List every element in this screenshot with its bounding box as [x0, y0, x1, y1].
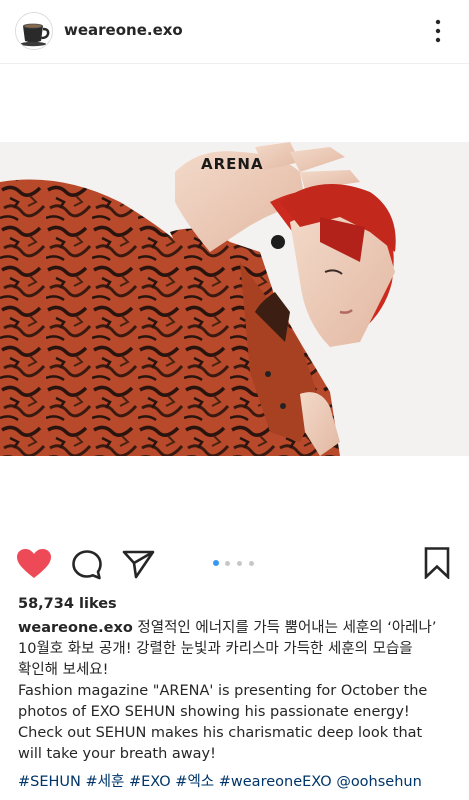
hashtag-line: #SEHUN #세훈 #EXO #엑소 #weareoneEXO @oohseh…: [18, 772, 464, 793]
username[interactable]: weareone.exo: [64, 20, 183, 40]
caption-text: 정열적인 에너지를 가득 뿜어내는 세훈의 ‘아레나’: [137, 620, 437, 636]
caption-text: will take your breath away!: [18, 746, 216, 762]
avatar[interactable]: [15, 12, 53, 50]
post-photo[interactable]: ARENA: [0, 142, 469, 456]
caption-text: Fashion magazine "ARENA' is presenting f…: [18, 683, 428, 699]
caption-text: photos of EXO SEHUN showing his passiona…: [18, 704, 410, 720]
share-button[interactable]: [122, 549, 155, 584]
hashtag-link[interactable]: #weareoneEXO: [219, 774, 332, 790]
photo-illustration: ARENA: [0, 142, 469, 456]
hashtag-link[interactable]: #SEHUN: [18, 774, 81, 790]
carousel-dot: [213, 560, 219, 566]
comment-icon: [72, 550, 102, 580]
image-text: ARENA: [201, 155, 264, 173]
action-bar: [0, 538, 469, 588]
hashtag-link[interactable]: #EXO: [129, 774, 171, 790]
heart-icon: [17, 549, 51, 578]
bookmark-icon: [424, 547, 450, 581]
caption-text: 10월호 화보 공개! 강렬한 눈빛과 카리스마 가득한 세훈의 모습을: [18, 641, 413, 657]
carousel-dot: [237, 561, 242, 566]
mention-link[interactable]: @oohsehun: [336, 774, 421, 790]
bookmark-button[interactable]: [424, 547, 450, 583]
comment-button[interactable]: [71, 549, 103, 585]
caption-text: Check out SEHUN makes his charismatic de…: [18, 725, 423, 741]
carousel-dot: [225, 561, 230, 566]
like-button[interactable]: [16, 548, 52, 584]
like-count[interactable]: 58,734 likes: [18, 596, 117, 612]
post-header: weareone.exo: [0, 0, 469, 64]
carousel-dot: [249, 561, 254, 566]
more-options-icon: [435, 19, 441, 43]
hashtag-link[interactable]: #엑소: [175, 774, 214, 790]
more-options-button[interactable]: [428, 18, 448, 44]
hashtag-link[interactable]: #세훈: [86, 774, 125, 790]
share-icon: [122, 550, 155, 579]
caption: weareone.exo 정열적인 에너지를 가득 뿜어내는 세훈의 ‘아레나’…: [18, 618, 458, 765]
caption-text: 확인해 보세요!: [18, 662, 109, 678]
avatar-cup-icon: [16, 13, 52, 49]
caption-username[interactable]: weareone.exo: [18, 620, 133, 636]
